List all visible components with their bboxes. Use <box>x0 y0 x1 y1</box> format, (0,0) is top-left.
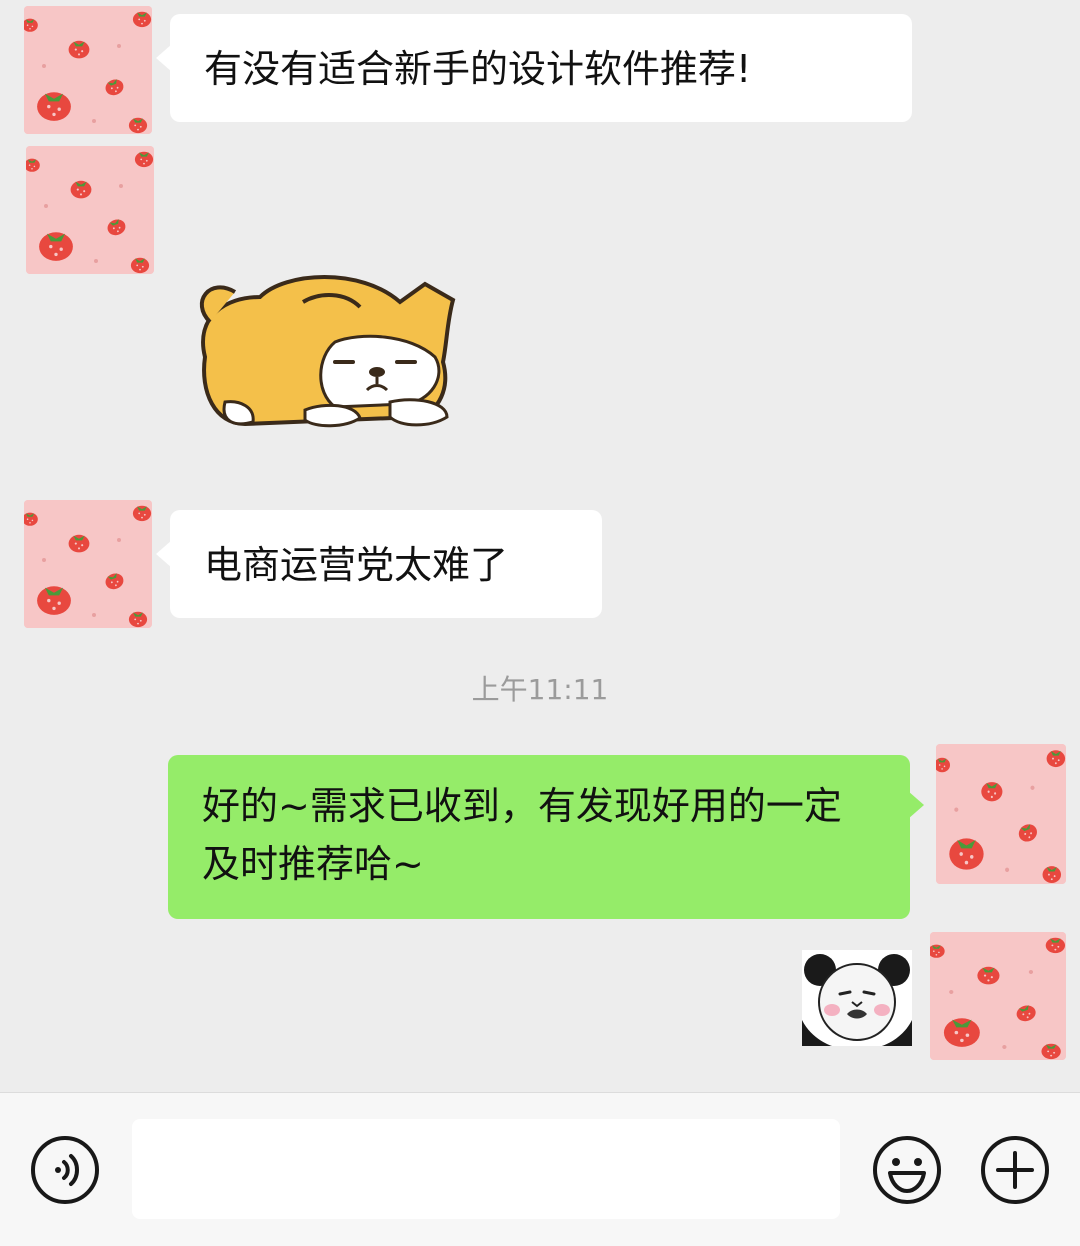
message-text-input[interactable] <box>132 1119 840 1219</box>
contact-avatar[interactable] <box>24 6 152 134</box>
voice-icon[interactable] <box>30 1135 100 1205</box>
my-avatar[interactable] <box>936 744 1066 884</box>
emoji-icon[interactable] <box>872 1135 942 1205</box>
sleepy-shiba-sticker[interactable] <box>185 262 475 437</box>
my-avatar[interactable] <box>930 932 1066 1060</box>
panda-face-meme-sticker[interactable] <box>802 950 912 1046</box>
outgoing-message-bubble[interactable]: 好的~需求已收到，有发现好用的一定及时推荐哈~ <box>168 755 924 919</box>
incoming-message-bubble[interactable]: 电商运营党太难了 <box>156 510 602 618</box>
incoming-message-bubble[interactable]: 有没有适合新手的设计软件推荐! <box>156 14 912 122</box>
message-input-bar <box>0 1092 1080 1246</box>
plus-icon[interactable] <box>980 1135 1050 1205</box>
chat-area[interactable]: 有没有适合新手的设计软件推荐! 电商运营党太难了 上午11:11 好的~需求已收… <box>0 0 1080 1092</box>
contact-avatar[interactable] <box>26 146 154 274</box>
message-timestamp: 上午11:11 <box>471 673 609 706</box>
contact-avatar[interactable] <box>24 500 152 628</box>
